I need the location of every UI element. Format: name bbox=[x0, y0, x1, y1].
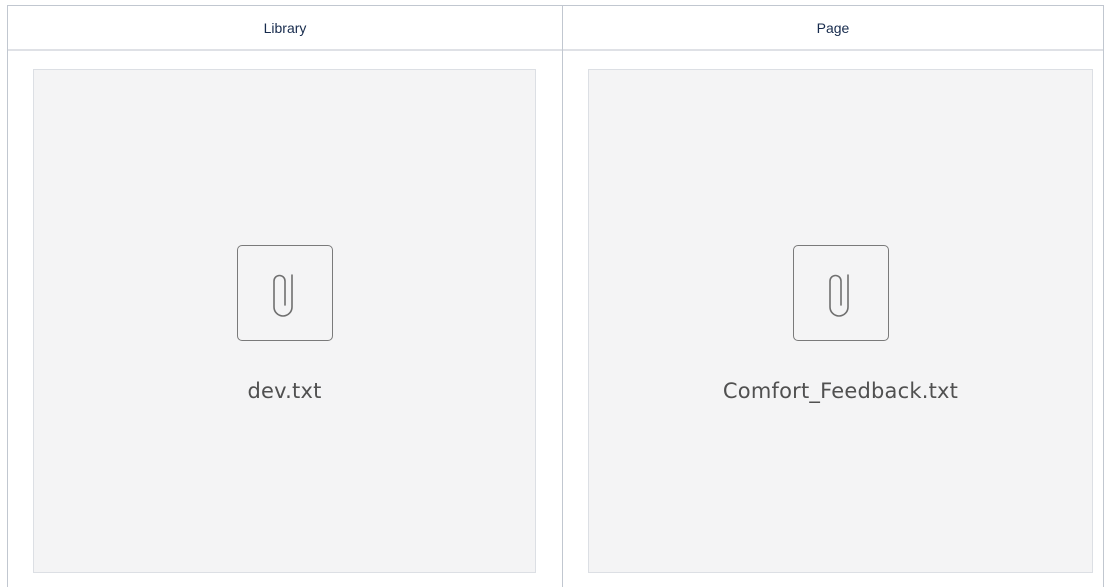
file-name[interactable]: dev.txt bbox=[247, 379, 321, 403]
file-attachment-card[interactable]: dev.txt bbox=[33, 69, 536, 573]
paperclip-icon bbox=[236, 245, 333, 341]
library-cell: dev.txt bbox=[8, 51, 562, 587]
file-attachment-card[interactable]: Comfort_Feedback.txt bbox=[588, 69, 1093, 573]
page-cell: Comfort_Feedback.txt bbox=[563, 51, 1103, 587]
library-column: Library dev.txt bbox=[8, 6, 563, 587]
page-column: Page Comfort_Feedback.txt bbox=[563, 6, 1104, 587]
column-header-library: Library bbox=[8, 6, 562, 51]
column-header-page: Page bbox=[563, 6, 1103, 51]
file-name[interactable]: Comfort_Feedback.txt bbox=[723, 379, 958, 403]
paperclip-icon bbox=[792, 245, 889, 341]
attachments-table: Library dev.txt Page Comfort_Feedback.tx… bbox=[7, 5, 1104, 587]
